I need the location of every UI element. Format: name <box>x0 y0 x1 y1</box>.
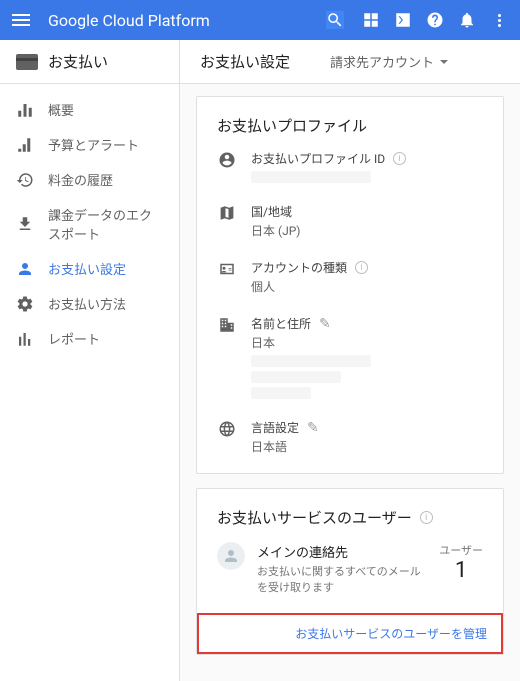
app-title: Google Cloud Platform <box>48 11 326 30</box>
sidebar-item-label: 概要 <box>48 100 74 119</box>
field-value: 日本 (JP) <box>251 222 483 239</box>
sidebar-item-label: お支払い方法 <box>48 294 126 313</box>
help-icon[interactable] <box>426 11 444 29</box>
field-value: 日本語 <box>251 438 483 455</box>
sidebar-item-payment-method[interactable]: お支払い方法 <box>0 286 179 321</box>
users-card: お支払いサービスのユーザー i メインの連絡先 お支払いに関するすべてのメールを… <box>196 488 504 655</box>
more-icon[interactable] <box>490 11 508 29</box>
cloudshell-icon[interactable] <box>394 11 412 29</box>
person-icon <box>16 260 34 278</box>
globe-icon <box>217 419 237 439</box>
sidebar-item-label: レポート <box>48 329 100 348</box>
field-profile-id: お支払いプロファイル ID i <box>217 150 483 183</box>
user-count-value: 1 <box>439 558 483 583</box>
history-icon <box>16 171 34 189</box>
sidebar-item-export[interactable]: 課金データのエクスポート <box>0 197 179 251</box>
avatar-icon <box>217 542 245 570</box>
profile-id-icon <box>217 150 237 170</box>
notifications-icon[interactable] <box>458 11 476 29</box>
sidebar: 概要 予算とアラート 料金の履歴 課金データのエクスポート お支払い設定 お支払… <box>0 84 180 681</box>
dashboard-icon[interactable] <box>362 11 380 29</box>
profile-card-title: お支払いプロファイル <box>217 115 483 136</box>
sidebar-item-label: 課金データのエクスポート <box>48 205 163 243</box>
field-label: 国/地域 <box>251 203 292 220</box>
field-account-type: アカウントの種類 i 個人 <box>217 259 483 295</box>
primary-contact-desc: お支払いに関するすべてのメールを受け取ります <box>257 563 427 595</box>
subheader: お支払い お支払い設定 請求先アカウント <box>0 40 520 84</box>
export-icon <box>16 215 34 233</box>
field-value: 個人 <box>251 278 483 295</box>
main: 概要 予算とアラート 料金の履歴 課金データのエクスポート お支払い設定 お支払… <box>0 84 520 681</box>
business-icon <box>217 315 237 335</box>
content: お支払いプロファイル お支払いプロファイル ID i 国/地域 <box>180 84 520 681</box>
hamburger-icon[interactable] <box>12 14 36 26</box>
field-value: 日本 <box>251 334 483 351</box>
reports-icon <box>16 330 34 348</box>
dropdown-label: 請求先アカウント <box>330 52 434 71</box>
search-icon[interactable] <box>326 11 344 29</box>
top-icons <box>326 11 508 29</box>
badge-icon <box>217 259 237 279</box>
profile-card: お支払いプロファイル お支払いプロファイル ID i 国/地域 <box>196 96 504 474</box>
sidebar-item-budgets[interactable]: 予算とアラート <box>0 127 179 162</box>
billing-account-dropdown[interactable]: 請求先アカウント <box>330 52 448 71</box>
product-name: お支払い <box>48 51 108 72</box>
edit-icon[interactable]: ✎ <box>319 316 331 332</box>
field-name-address: 名前と住所 ✎ 日本 <box>217 315 483 399</box>
users-card-footer-highlight: お支払いサービスのユーザーを管理 <box>197 613 503 654</box>
redacted-value <box>251 355 371 367</box>
info-icon[interactable]: i <box>420 511 433 524</box>
page-title: お支払い設定 <box>200 51 290 72</box>
field-label: アカウントの種類 <box>251 259 347 276</box>
sidebar-item-label: 料金の履歴 <box>48 170 113 189</box>
sidebar-item-payment-settings[interactable]: お支払い設定 <box>0 251 179 286</box>
field-label: 言語設定 <box>251 419 299 436</box>
sidebar-item-history[interactable]: 料金の履歴 <box>0 162 179 197</box>
field-label: 名前と住所 <box>251 315 311 332</box>
field-country: 国/地域 日本 (JP) <box>217 203 483 239</box>
top-bar: Google Cloud Platform <box>0 0 520 40</box>
user-count-label: ユーザー <box>439 542 483 558</box>
edit-icon[interactable]: ✎ <box>307 420 319 436</box>
product-header: お支払い <box>0 40 180 84</box>
page-header: お支払い設定 請求先アカウント <box>180 40 520 84</box>
info-icon[interactable]: i <box>355 261 368 274</box>
overview-icon <box>16 101 34 119</box>
manage-users-link[interactable]: お支払いサービスのユーザーを管理 <box>295 625 487 642</box>
sidebar-item-label: お支払い設定 <box>48 259 126 278</box>
field-label: お支払いプロファイル ID <box>251 150 385 167</box>
field-language: 言語設定 ✎ 日本語 <box>217 419 483 455</box>
primary-contact-label: メインの連絡先 <box>257 542 427 561</box>
sidebar-item-reports[interactable]: レポート <box>0 321 179 356</box>
map-icon <box>217 203 237 223</box>
sidebar-item-label: 予算とアラート <box>48 135 139 154</box>
budgets-icon <box>16 136 34 154</box>
info-icon[interactable]: i <box>393 152 406 165</box>
redacted-value <box>251 387 311 399</box>
billing-icon <box>16 54 38 70</box>
redacted-value <box>251 171 371 183</box>
sidebar-item-overview[interactable]: 概要 <box>0 92 179 127</box>
users-card-title: お支払いサービスのユーザー <box>217 507 412 528</box>
chevron-down-icon <box>440 60 448 64</box>
gear-icon <box>16 295 34 313</box>
redacted-value <box>251 371 341 383</box>
